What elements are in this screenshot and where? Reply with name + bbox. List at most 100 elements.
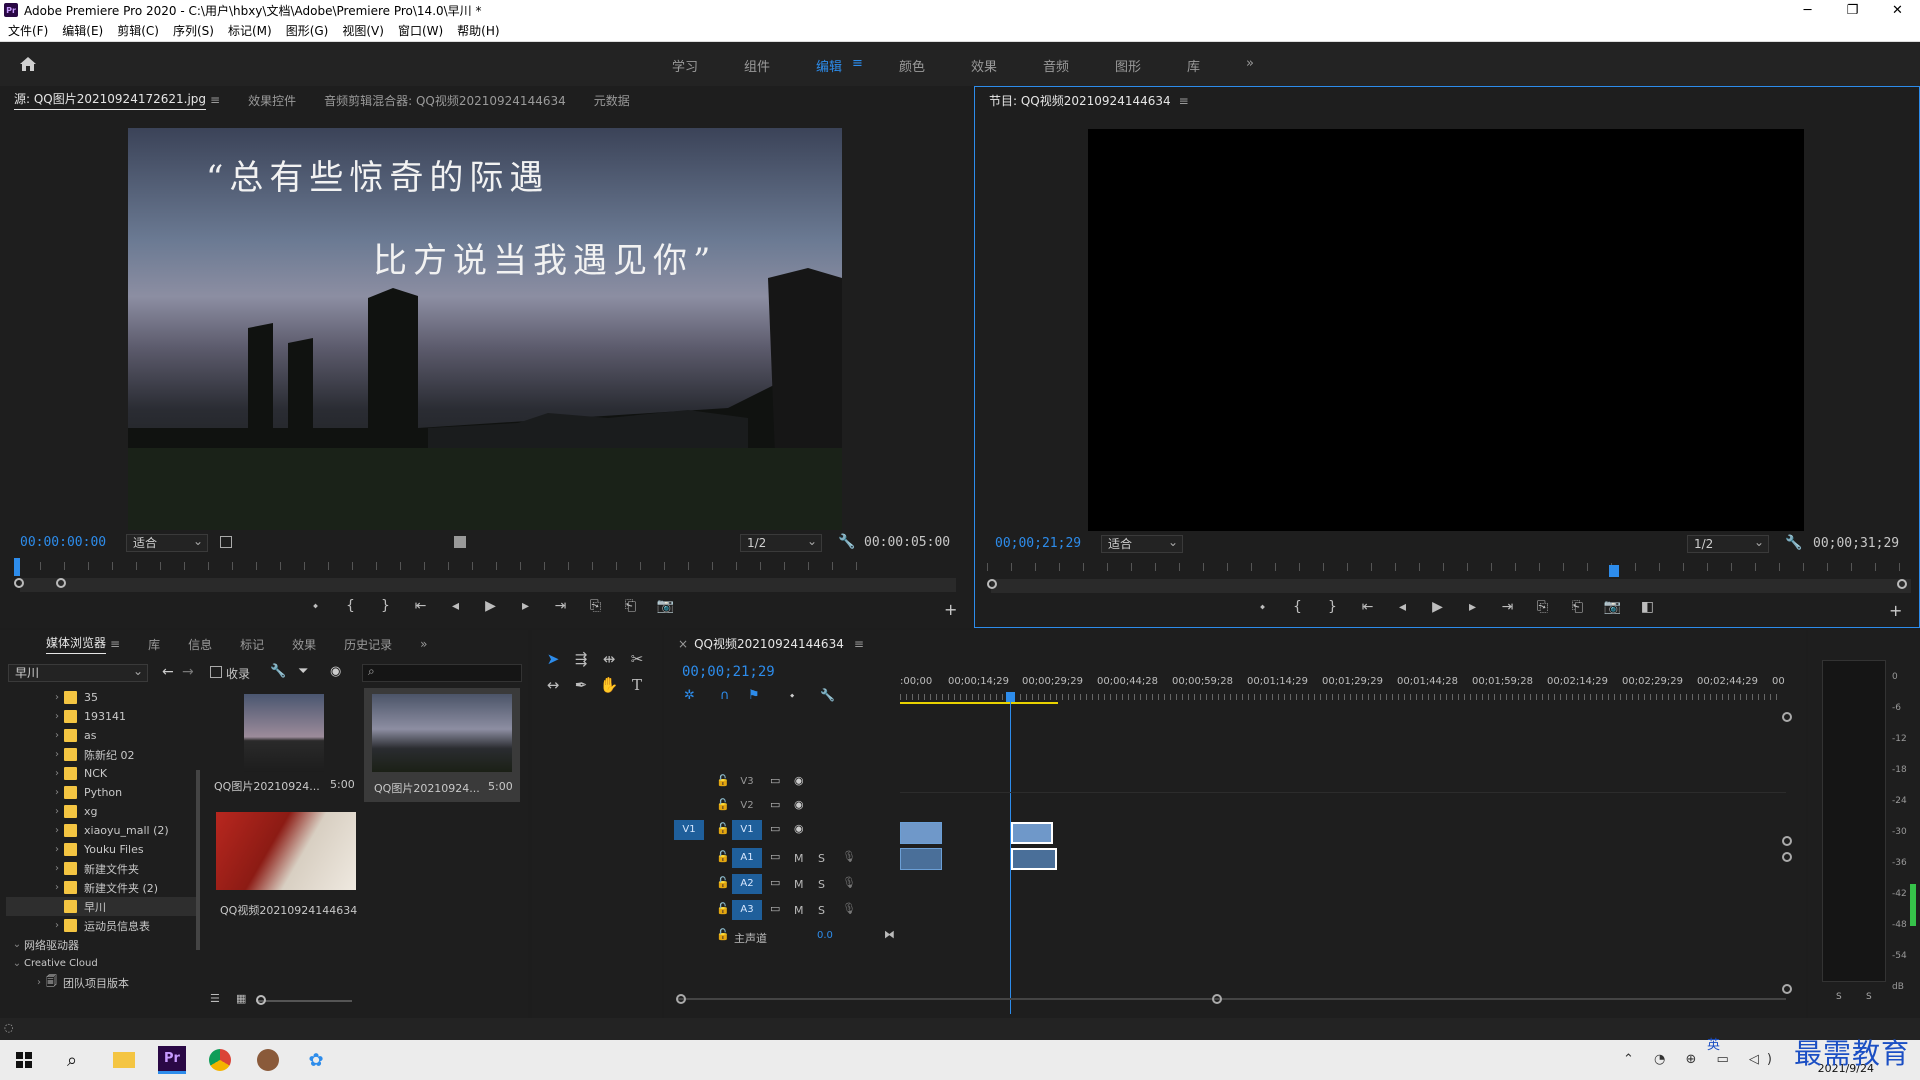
source-zoom-scrollbar[interactable] [20, 578, 956, 592]
file-explorer-icon[interactable] [110, 1046, 138, 1074]
vertical-scroll-handle-4[interactable] [1782, 984, 1792, 994]
close-sequence-icon[interactable]: × [678, 637, 688, 651]
avatar-app-icon[interactable] [254, 1046, 282, 1074]
tree-scrollbar[interactable] [196, 770, 200, 950]
filter-icon[interactable]: ⏷ [298, 664, 308, 679]
program-step-back-icon[interactable]: ◂ [1385, 599, 1420, 615]
work-area-bar[interactable] [900, 702, 1058, 704]
track-target-a1[interactable]: A1 [732, 848, 762, 868]
thumbnail-zoom-slider[interactable] [256, 1000, 352, 1002]
horizontal-scrollbar[interactable] [678, 998, 1786, 1000]
menu-markers[interactable]: 标记(M) [228, 22, 272, 39]
vertical-scroll-handle[interactable] [1782, 712, 1792, 722]
program-zoom-handle-left[interactable] [987, 579, 997, 589]
pen-tool-icon[interactable]: ✒ [570, 676, 592, 698]
maximize-button[interactable]: ❐ [1830, 0, 1875, 20]
track-target-a3[interactable]: A3 [732, 900, 762, 920]
track-target-v3[interactable]: V3 [732, 772, 762, 792]
program-add-button[interactable]: + [1889, 601, 1902, 620]
add-marker-icon[interactable]: ⬩ [298, 598, 333, 614]
folder-item[interactable]: › 新建文件夹 [6, 859, 196, 878]
video-clip-2[interactable] [1011, 822, 1053, 844]
track-eye-icon[interactable]: ◉ [794, 774, 804, 787]
program-wrench-icon[interactable]: 🔧 [1785, 535, 1802, 551]
sync-lock-icon[interactable]: ▭ [770, 774, 780, 787]
icon-view-icon[interactable]: ▦ [236, 992, 246, 1005]
source-playhead-timecode[interactable]: 00:00:00:00 [20, 535, 106, 550]
play-icon[interactable]: ▶ [473, 598, 508, 614]
meter-solo-right[interactable]: S [1866, 992, 1872, 1002]
program-mark-out-icon[interactable]: } [1315, 599, 1350, 615]
menu-window[interactable]: 窗口(W) [398, 22, 443, 39]
mark-in-icon[interactable]: { [333, 598, 368, 614]
source-zoom-handle-right[interactable] [56, 578, 66, 588]
chrome-icon[interactable] [206, 1046, 234, 1074]
panel-menu-icon[interactable]: ≡ [210, 93, 220, 107]
add-marker-timeline-icon[interactable]: ⚑ [748, 688, 760, 703]
program-fit-dropdown[interactable]: 适合 [1101, 534, 1183, 553]
lift-icon[interactable]: ⎘ [1525, 599, 1560, 615]
program-zoom-handle-right[interactable] [1897, 579, 1907, 589]
export-frame-icon[interactable]: 📷 [648, 598, 683, 614]
menu-clip[interactable]: 剪辑(C) [117, 22, 159, 39]
hand-tool-icon[interactable]: ✋ [598, 676, 620, 698]
workspace-tab-audio[interactable]: 音频 [1043, 56, 1069, 75]
forward-icon[interactable]: → [182, 664, 194, 680]
folder-item[interactable]: › as [6, 726, 196, 745]
track-lock-icon[interactable]: 🔓 [716, 876, 730, 889]
program-resolution-dropdown[interactable]: 1/2 [1687, 534, 1769, 553]
list-view-icon[interactable]: ☰ [210, 992, 220, 1005]
mark-out-icon[interactable]: } [368, 598, 403, 614]
vertical-scroll-handle-3[interactable] [1782, 852, 1792, 862]
track-lock-icon[interactable]: 🔓 [716, 798, 730, 811]
folder-item[interactable]: › 193141 [6, 707, 196, 726]
program-add-marker-icon[interactable]: ⬩ [1245, 599, 1280, 615]
vertical-scroll-handle-2[interactable] [1782, 836, 1792, 846]
team-projects-item[interactable]: › 🗐 团队项目版本 [6, 973, 196, 992]
mute-button[interactable]: M [794, 852, 804, 865]
timeline-menu-icon[interactable]: ≡ [854, 637, 864, 651]
track-lock-icon[interactable]: 🔓 [716, 928, 730, 941]
track-target-v2[interactable]: V2 [732, 796, 762, 816]
search-input[interactable] [362, 664, 522, 682]
folder-item[interactable]: › 陈新纪 02 [6, 745, 196, 764]
folder-item[interactable]: › 35 [6, 688, 196, 707]
workspace-tab-effects[interactable]: 效果 [971, 56, 997, 75]
workspace-more-button[interactable]: » [1246, 56, 1254, 75]
workspace-tab-assembly[interactable]: 组件 [744, 56, 770, 75]
ripple-edit-tool-icon[interactable]: ⇹ [598, 650, 620, 672]
solo-button[interactable]: S [818, 878, 825, 891]
close-button[interactable]: ✕ [1875, 0, 1920, 20]
track-lock-icon[interactable]: 🔓 [716, 774, 730, 787]
folder-item[interactable]: › Youku Files [6, 840, 196, 859]
menu-edit[interactable]: 编辑(E) [62, 22, 103, 39]
media-thumbnail-1[interactable]: QQ图片20210924... 5:00 [210, 688, 362, 798]
tab-media-browser[interactable]: 媒体浏览器 [46, 634, 107, 654]
ime-indicator[interactable]: 英 [1707, 1034, 1720, 1053]
mute-button[interactable]: M [794, 878, 804, 891]
voiceover-mic-icon[interactable]: 🎙 [842, 902, 856, 915]
program-export-frame-icon[interactable]: 📷 [1595, 599, 1630, 615]
source-zoom-handle-left[interactable] [14, 578, 24, 588]
workspace-tab-color[interactable]: 颜色 [899, 56, 925, 75]
home-icon[interactable] [18, 54, 38, 74]
safe-margins-icon[interactable] [220, 536, 232, 548]
source-settings-icon[interactable] [454, 536, 466, 548]
mute-button[interactable]: M [794, 904, 804, 917]
tab-metadata[interactable]: 元数据 [594, 92, 630, 109]
go-to-out-icon[interactable]: ⇥ [543, 598, 578, 614]
program-zoom-scrollbar[interactable] [991, 579, 1911, 593]
solo-button[interactable]: S [818, 904, 825, 917]
step-forward-icon[interactable]: ▸ [508, 598, 543, 614]
program-time-ruler[interactable] [987, 563, 1913, 571]
tab-effect-controls[interactable]: 效果控件 [248, 92, 296, 109]
tab-libraries[interactable]: 库 [148, 636, 160, 653]
sync-lock-icon[interactable]: ▭ [770, 876, 780, 889]
search-icon[interactable]: ⌕ [58, 1046, 86, 1074]
sync-lock-icon[interactable]: ▭ [770, 902, 780, 915]
tab-source[interactable]: 源: QQ图片20210924172621.jpg [14, 90, 207, 110]
audio-clip-1[interactable] [900, 848, 942, 870]
panel-overflow-icon[interactable]: » [420, 637, 427, 651]
timeline-playhead-timecode[interactable]: 00;00;21;29 [682, 664, 775, 680]
extract-icon[interactable]: ⎗ [1560, 599, 1595, 615]
